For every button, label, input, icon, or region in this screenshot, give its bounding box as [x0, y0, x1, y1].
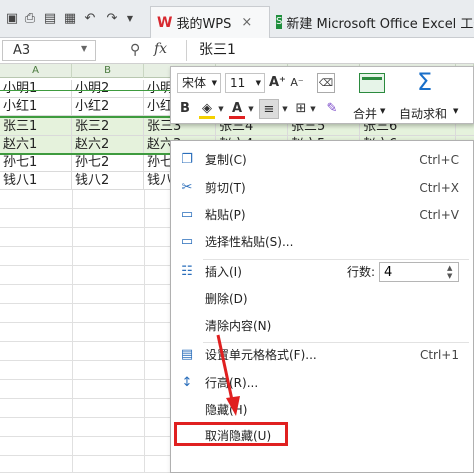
menu-item-paste-special[interactable]: ▭ 选择性粘贴(S)... — [171, 231, 473, 253]
chevron-down-icon: ▼ — [255, 79, 261, 87]
menu-item-label: 复制(C) — [205, 153, 247, 167]
column-header-b[interactable]: B — [72, 64, 144, 78]
cell[interactable]: 张三2 — [72, 118, 144, 136]
menu-item-label: 插入(I) — [205, 265, 242, 279]
align-center-icon[interactable]: ≡ — [259, 99, 279, 119]
cell[interactable]: 小红2 — [72, 98, 144, 116]
highlight-box — [174, 422, 288, 446]
cell[interactable]: 孙七2 — [72, 154, 144, 172]
chevron-down-icon[interactable]: ▼ — [217, 99, 225, 119]
menu-item-shortcut: Ctrl+C — [419, 153, 459, 167]
cell[interactable]: 赵六1 — [0, 136, 72, 154]
paste-icon: ▭ — [180, 207, 194, 222]
menu-item-label: 粘贴(P) — [205, 208, 246, 222]
insert-rows-icon: ☷ — [181, 264, 193, 279]
menu-item-format-cells[interactable]: ▤ 设置单元格格式(F)... Ctrl+1 — [171, 344, 473, 366]
menu-item-copy[interactable]: ❐ 复制(C) Ctrl+C — [171, 149, 473, 171]
menu-item-insert[interactable]: ☷ 插入(I) 行数: ▲▼ — [171, 261, 473, 283]
quick-access-dropdown-icon[interactable]: ▼ — [122, 11, 138, 27]
autosum-label[interactable]: 自动求和 — [399, 105, 447, 122]
menu-item-hide[interactable]: 隐藏(H) — [171, 399, 473, 421]
chevron-down-icon[interactable]: ▼ — [81, 44, 87, 53]
preview-icon[interactable]: ▦ — [62, 11, 78, 27]
clear-format-icon[interactable]: ⌫ — [317, 73, 335, 93]
grid-column-line — [72, 190, 73, 473]
grid-column-line — [144, 190, 145, 473]
increase-font-size-icon[interactable]: A⁺ — [269, 73, 286, 93]
stepper-arrows-icon[interactable]: ▲ ▼ — [447, 264, 452, 280]
rows-count-label: 行数: — [347, 265, 376, 279]
menu-item-row-height[interactable]: ↕ 行高(R)... — [171, 372, 473, 394]
menu-item-label: 行高(R)... — [205, 376, 259, 390]
menu-item-shortcut: Ctrl+V — [419, 208, 459, 222]
tab-label: 我的WPS — [176, 17, 232, 32]
print-icon[interactable]: ▤ — [42, 11, 58, 27]
format-cells-icon: ▤ — [180, 347, 194, 362]
save-icon[interactable]: ▣ — [4, 11, 20, 27]
cell[interactable]: 钱八2 — [72, 172, 144, 190]
fx-icon[interactable]: fx — [154, 41, 167, 57]
font-size-select[interactable]: 11 ▼ — [225, 73, 265, 93]
menu-item-clear-contents[interactable]: 清除内容(N) — [171, 315, 473, 337]
cell[interactable]: 小红1 — [0, 98, 72, 116]
menu-item-delete[interactable]: 删除(D) — [171, 288, 473, 310]
font-name-value: 宋体 — [182, 76, 207, 90]
tab-label: 新建 Microsoft Office Excel 工作表 — [286, 16, 474, 32]
title-tab-bar: ▣ ⎙ ▤ ▦ ↶ ↷ ▼ W 我的WPS × S 新建 Microsoft O… — [0, 0, 474, 38]
redo-icon[interactable]: ↷ — [104, 11, 120, 27]
row-divider-line — [0, 90, 170, 91]
chevron-down-icon[interactable]: ▼ — [380, 107, 385, 115]
bold-button[interactable]: B — [177, 99, 193, 119]
decrease-font-size-icon[interactable]: A⁻ — [289, 73, 305, 93]
close-tab-icon[interactable]: × — [241, 15, 252, 30]
menu-item-label: 删除(D) — [205, 292, 248, 306]
merge-cells-icon[interactable] — [359, 73, 385, 93]
fill-color-icon[interactable]: ◈ — [199, 99, 215, 119]
menu-item-label: 选择性粘贴(S)... — [205, 235, 294, 249]
menu-item-shortcut: Ctrl+1 — [419, 348, 459, 362]
undo-icon[interactable]: ↶ — [82, 11, 98, 27]
chevron-down-icon[interactable]: ▼ — [281, 99, 289, 119]
chevron-down-icon[interactable]: ▼ — [247, 99, 255, 119]
spreadsheet-icon: S — [276, 15, 283, 29]
chevron-down-icon: ▼ — [211, 79, 217, 87]
formula-bar: A3 ▼ ⚲ fx 张三1 — [0, 38, 474, 64]
chevron-down-icon[interactable]: ▼ — [453, 107, 458, 115]
menu-item-shortcut: Ctrl+X — [419, 181, 459, 195]
cell[interactable]: 赵六2 — [72, 136, 144, 154]
copy-icon: ❐ — [181, 152, 193, 167]
borders-icon[interactable]: ⊞ — [293, 99, 309, 119]
mini-toolbar: 宋体 ▼ 11 ▼ A⁺ A⁻ ⌫ B ◈ ▼ A ▼ ≡ ▼ ⊞ ▼ ✎ 合并… — [170, 66, 474, 124]
scissors-icon: ✂ — [181, 180, 193, 195]
cell[interactable]: 孙七1 — [0, 154, 72, 172]
font-color-button[interactable]: A — [229, 99, 245, 119]
autosum-icon[interactable]: Σ — [417, 69, 432, 95]
export-pdf-icon[interactable]: ⎙ — [22, 11, 38, 27]
row-height-icon: ↕ — [181, 375, 193, 390]
cell[interactable]: 钱八1 — [0, 172, 72, 190]
formula-input[interactable]: 张三1 — [186, 40, 472, 61]
menu-item-cut[interactable]: ✂ 剪切(T) Ctrl+X — [171, 177, 473, 199]
menu-separator — [203, 259, 469, 260]
wps-logo-icon: W — [157, 14, 173, 31]
menu-item-label: 设置单元格格式(F)... — [205, 348, 317, 362]
menu-item-label: 剪切(T) — [205, 181, 246, 195]
format-painter-icon[interactable]: ✎ — [323, 99, 341, 119]
cell[interactable]: 张三1 — [0, 118, 72, 136]
font-name-select[interactable]: 宋体 ▼ — [177, 73, 221, 93]
column-header-a[interactable]: A — [0, 64, 72, 78]
menu-item-label: 隐藏(H) — [205, 403, 248, 417]
menu-item-paste[interactable]: ▭ 粘贴(P) Ctrl+V — [171, 204, 473, 226]
cell[interactable]: 小明2 — [72, 80, 144, 98]
menu-separator — [203, 342, 469, 343]
cell[interactable]: 小明1 — [0, 80, 72, 98]
tab-excel-workbook[interactable]: S 新建 Microsoft Office Excel 工作表 — [270, 6, 474, 38]
menu-item-label: 清除内容(N) — [205, 319, 272, 333]
zoom-icon[interactable]: ⚲ — [130, 42, 140, 58]
tab-my-wps[interactable]: W 我的WPS × — [150, 6, 270, 38]
chevron-down-icon[interactable]: ▼ — [309, 99, 317, 119]
merge-label[interactable]: 合并 — [353, 105, 377, 122]
paste-special-icon: ▭ — [180, 234, 194, 249]
font-size-value: 11 — [230, 76, 246, 90]
